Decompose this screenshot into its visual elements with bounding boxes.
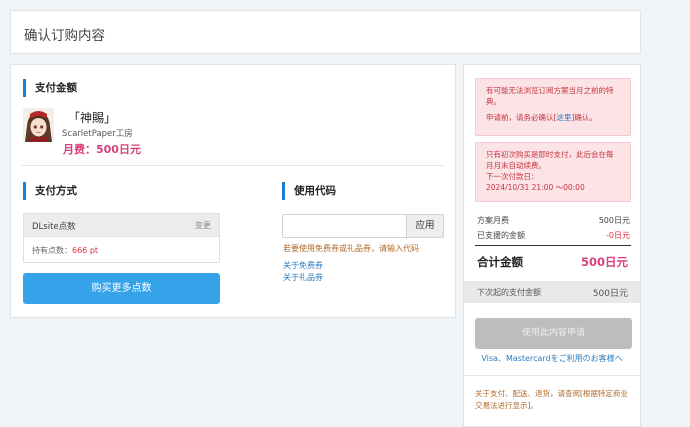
title-bar: 确认订购内容 [10,10,641,54]
order-panel: 支付金额 「神賜」 ScarletPaper工房 月费：500日元 支付方式 D… [10,64,456,318]
change-method-link[interactable]: 变更 [195,220,211,231]
plan-fee-label: 方案月费 [477,216,509,225]
payment-method-box: DLsite点数 变更 持有点数：666 pt [23,213,220,263]
confirm-here-link[interactable]: 这里 [556,113,571,122]
section-divider [21,165,445,166]
confirm-pre: 申请前，请务必确认[ [486,113,557,122]
legal-notice[interactable]: 关于支付、配送、退货，请查阅[根据特定商业交易法进行显示]。 [475,388,631,412]
next-payment-date: 2024/10/31 21:00 ～00:00 [486,183,585,192]
gift-link[interactable]: 关于礼品券 [283,272,323,283]
card-info-link[interactable]: Visa、Mastercardをご利用のお客様へ [464,353,640,364]
confirm-post: ]确认。 [571,113,597,122]
payment-method-title: 支付方式 [23,182,77,200]
work-title: 「神賜」 [68,111,117,125]
legal-divider [464,375,640,376]
apply-code-button[interactable]: 应用 [406,214,444,238]
next-payment-label: 下一次付款日： [486,172,539,181]
next-amount-value: 500日元 [592,289,628,299]
paid-value: -0日元 [606,231,630,240]
buy-points-button[interactable]: 购买更多点数 [23,273,220,304]
coupon-link[interactable]: 关于免费券 [283,260,323,271]
next-payment-bar: 下次起的支付金额 500日元 [464,281,640,303]
paid-row: 已支援的金额 -0日元 [477,230,630,241]
payment-section-title: 支付金额 [23,79,77,97]
archive-alert-text: 有可能无法浏览订阅方案当月之前的特典。 [486,86,614,106]
archive-alert-confirm: 申请前，请务必确认[这里]确认。 [486,112,620,123]
method-body: 持有点数：666 pt [24,237,219,263]
plan-fee-row: 方案月费 500日元 [477,215,630,226]
page-title: 确认订购内容 [24,28,105,44]
points-value: 666 pt [72,246,99,255]
submit-application-button[interactable]: 使用此内容申请 [475,318,632,349]
method-name: DLsite点数 [32,222,76,232]
next-amount-label: 下次起的支付金额 [477,288,541,297]
summary-panel: 有可能无法浏览订阅方案当月之前的特典。 申请前，请务必确认[这里]确认。 只有初… [463,64,641,427]
points-balance: 持有点数：666 pt [32,245,98,256]
plan-fee-value: 500日元 [598,216,630,225]
renewal-alert: 只有初次购买是即时支付，此后会在每月月末自动续费。 下一次付款日： 2024/1… [475,142,631,202]
points-label: 持有点数： [32,246,72,255]
monthly-fee: 月费：500日元 [63,143,141,156]
method-header: DLsite点数 变更 [24,214,219,237]
code-input[interactable] [282,214,407,238]
total-value: 500日元 [580,255,628,269]
code-section-title: 使用代码 [282,182,336,200]
code-hint: 若要使用免费券或礼品券，请输入代码 [283,244,419,253]
total-label: 合计金额 [477,255,523,269]
renewal-alert-text: 只有初次购买是即时支付，此后会在每月月末自动续费。 [486,150,614,170]
total-divider [475,245,631,246]
paid-label: 已支援的金额 [477,231,525,240]
circle-name: ScarletPaper工房 [62,129,133,139]
archive-alert: 有可能无法浏览订阅方案当月之前的特典。 申请前，请务必确认[这里]确认。 [475,78,631,136]
work-thumbnail [23,108,54,142]
